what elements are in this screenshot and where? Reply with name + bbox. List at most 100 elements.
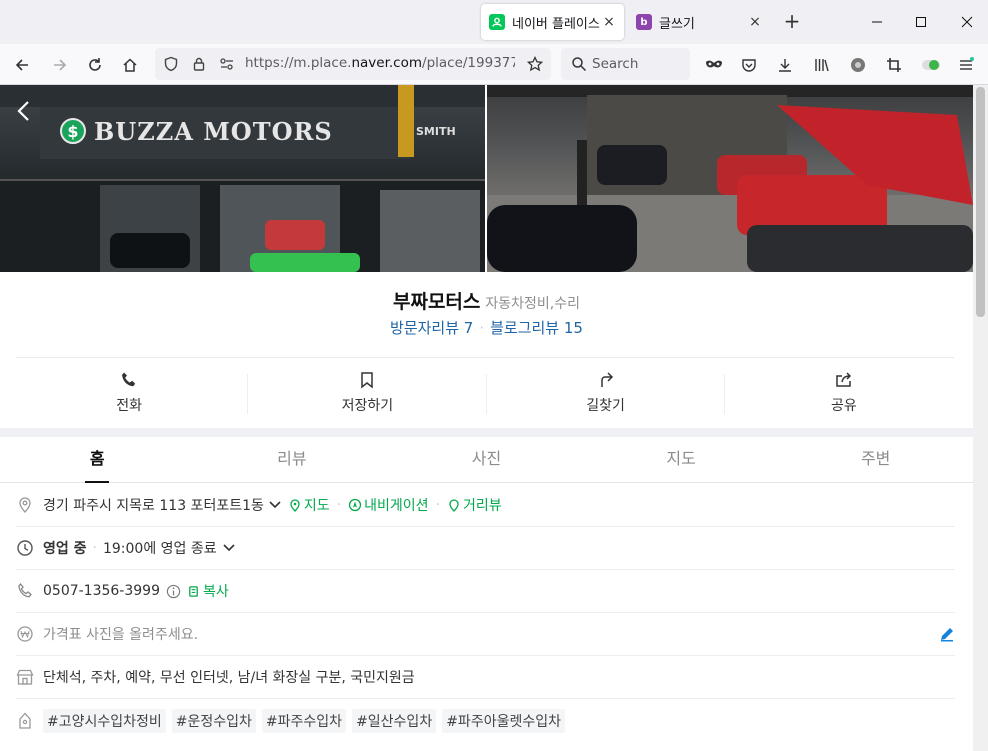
hashtag[interactable]: #파주아울렛수입차 bbox=[442, 708, 565, 733]
storefront-illustration bbox=[0, 85, 485, 272]
street-view-link[interactable]: 거리뷰 bbox=[463, 495, 502, 515]
tab-close-icon[interactable]: × bbox=[600, 14, 618, 30]
review-counts: 방문자리뷰 7 · 블로그리뷰 15 bbox=[0, 317, 973, 338]
hours-detail[interactable]: 19:00에 영업 종료 bbox=[103, 538, 217, 558]
crop-icon[interactable] bbox=[882, 53, 906, 77]
link-separator: · bbox=[336, 497, 342, 513]
directions-icon bbox=[600, 372, 613, 387]
link-separator: · bbox=[435, 497, 440, 513]
tab-title: 글쓰기 bbox=[659, 16, 695, 32]
map-link[interactable]: 지도 bbox=[304, 495, 330, 515]
address-text[interactable]: 경기 파주시 지목로 113 포터포트1동 bbox=[43, 495, 264, 515]
clock-icon bbox=[17, 540, 33, 556]
chevron-down-icon[interactable] bbox=[268, 498, 282, 512]
neighbor-sign-text: SMITH bbox=[416, 125, 456, 138]
price-row[interactable]: 가격표 사진을 올려주세요. bbox=[16, 613, 955, 656]
section-gap bbox=[0, 428, 973, 437]
blog-review-link[interactable]: 블로그리뷰 15 bbox=[490, 319, 583, 337]
shop-sign-text: BUZZA MOTORS bbox=[94, 116, 333, 146]
back-chevron-icon[interactable] bbox=[14, 99, 34, 123]
edit-pencil-icon[interactable] bbox=[939, 626, 955, 642]
place-title-row: 부짜모터스 자동차정비,수리 bbox=[0, 287, 973, 314]
hashtag[interactable]: #운정수입차 bbox=[171, 708, 256, 733]
directions-label: 길찾기 bbox=[586, 398, 625, 414]
tab-close-icon[interactable]: × bbox=[746, 14, 764, 30]
extension-toggle-icon[interactable] bbox=[919, 53, 943, 77]
lock-icon[interactable] bbox=[187, 52, 211, 76]
tab-title: 네이버 플레이스 bbox=[512, 16, 600, 32]
extension-globe-icon[interactable] bbox=[846, 53, 870, 77]
phone-number[interactable]: 0507-1356-3999 bbox=[43, 583, 160, 599]
home-icon[interactable] bbox=[118, 53, 142, 77]
reload-icon[interactable] bbox=[83, 53, 107, 77]
blog-favicon-icon: b bbox=[636, 14, 652, 30]
place-category: 자동차정비,수리 bbox=[485, 296, 581, 312]
address-row: 경기 파주시 지목로 113 포터포트1동 지도 · 내비게이션 · 거리뷰 bbox=[16, 484, 955, 527]
garage-interior-photo[interactable]: my bbox=[487, 85, 973, 272]
browser-nav-bar: https://m.place.naver.com/place/19937758… bbox=[0, 44, 988, 85]
call-button[interactable]: 전화 bbox=[10, 358, 249, 428]
navigation-link[interactable]: 내비게이션 bbox=[364, 495, 428, 515]
search-input[interactable]: Search bbox=[561, 48, 690, 80]
visitor-review-link[interactable]: 방문자리뷰 7 bbox=[390, 319, 473, 337]
site-permissions-icon[interactable] bbox=[215, 52, 239, 76]
hashtag[interactable]: #파주수입차 bbox=[261, 708, 347, 733]
save-button[interactable]: 저장하기 bbox=[248, 358, 487, 428]
photo-gallery[interactable]: $ BUZZA MOTORS SMITH my bbox=[0, 85, 973, 272]
library-icon[interactable] bbox=[810, 53, 834, 77]
menu-icon[interactable] bbox=[954, 53, 978, 77]
page-scrollbar[interactable] bbox=[973, 85, 988, 751]
price-photo-prompt: 가격표 사진을 올려주세요. bbox=[43, 627, 199, 643]
forward-arrow-icon[interactable] bbox=[48, 53, 72, 77]
info-icon[interactable] bbox=[166, 584, 181, 599]
phone-row: 0507-1356-3999 복사 bbox=[16, 570, 955, 613]
search-placeholder: Search bbox=[592, 56, 639, 72]
hashtag[interactable]: #고양시수입차정비 bbox=[43, 708, 166, 733]
new-tab-button[interactable]: + bbox=[780, 10, 804, 34]
scrollbar-thumb[interactable] bbox=[976, 87, 985, 317]
store-icon bbox=[16, 669, 34, 685]
shield-icon[interactable] bbox=[159, 52, 183, 76]
directions-button[interactable]: 길찾기 bbox=[487, 358, 726, 428]
place-tabs: 홈 리뷰 사진 지도 주변 bbox=[0, 437, 973, 483]
chevron-down-icon[interactable] bbox=[222, 541, 236, 555]
mask-icon[interactable] bbox=[702, 53, 726, 77]
maximize-window-icon[interactable] bbox=[906, 8, 936, 36]
download-icon[interactable] bbox=[773, 53, 797, 77]
amenities-row: 단체석, 주차, 예약, 무선 인터넷, 남/녀 화장실 구분, 국민지원금 bbox=[16, 656, 955, 699]
dollar-logo-icon: $ bbox=[60, 118, 86, 144]
url-path: /place/199377581 bbox=[422, 55, 515, 71]
url-host: naver.com bbox=[351, 55, 423, 71]
storefront-photo[interactable]: $ BUZZA MOTORS SMITH bbox=[0, 85, 485, 272]
copy-phone-link[interactable]: 복사 bbox=[203, 581, 229, 601]
bookmark-star-icon[interactable] bbox=[523, 52, 547, 76]
search-icon bbox=[567, 52, 591, 76]
minimize-window-icon[interactable] bbox=[862, 8, 892, 36]
tab-map[interactable]: 지도 bbox=[584, 437, 779, 482]
map-pin-icon bbox=[290, 499, 300, 512]
phone-icon bbox=[122, 372, 136, 387]
tab-nearby[interactable]: 주변 bbox=[778, 437, 973, 482]
hashtags-row: #고양시수입차정비 #운정수입차 #파주수입차 #일산수입차 #파주아울렛수입차 bbox=[16, 699, 955, 742]
tab-reviews[interactable]: 리뷰 bbox=[195, 437, 390, 482]
address-bar[interactable]: https://m.place.naver.com/place/19937758… bbox=[155, 48, 551, 80]
pocket-icon[interactable] bbox=[737, 53, 761, 77]
url-text[interactable]: https://m.place.naver.com/place/19937758… bbox=[245, 55, 515, 71]
hashtag[interactable]: #일산수입차 bbox=[352, 708, 437, 733]
share-button[interactable]: 공유 bbox=[725, 358, 963, 428]
tag-icon bbox=[19, 712, 31, 729]
tab-blog-write[interactable]: b 글쓰기 × bbox=[628, 4, 770, 40]
share-icon bbox=[836, 372, 851, 387]
hours-row: 영업 중 · 19:00에 영업 종료 bbox=[16, 527, 955, 570]
tab-naver-place[interactable]: 네이버 플레이스 × bbox=[481, 4, 624, 40]
close-window-icon[interactable] bbox=[952, 8, 982, 36]
url-prefix: https://m.place. bbox=[245, 55, 352, 71]
back-arrow-icon[interactable] bbox=[10, 53, 34, 77]
tab-home[interactable]: 홈 bbox=[0, 437, 195, 483]
tab-photos[interactable]: 사진 bbox=[389, 437, 584, 482]
location-pin-icon bbox=[19, 497, 31, 513]
action-bar: 전화 저장하기 길찾기 공유 bbox=[10, 358, 963, 428]
street-view-icon bbox=[449, 499, 459, 512]
navigation-icon bbox=[348, 498, 362, 512]
hours-status: 영업 중 bbox=[43, 541, 87, 557]
